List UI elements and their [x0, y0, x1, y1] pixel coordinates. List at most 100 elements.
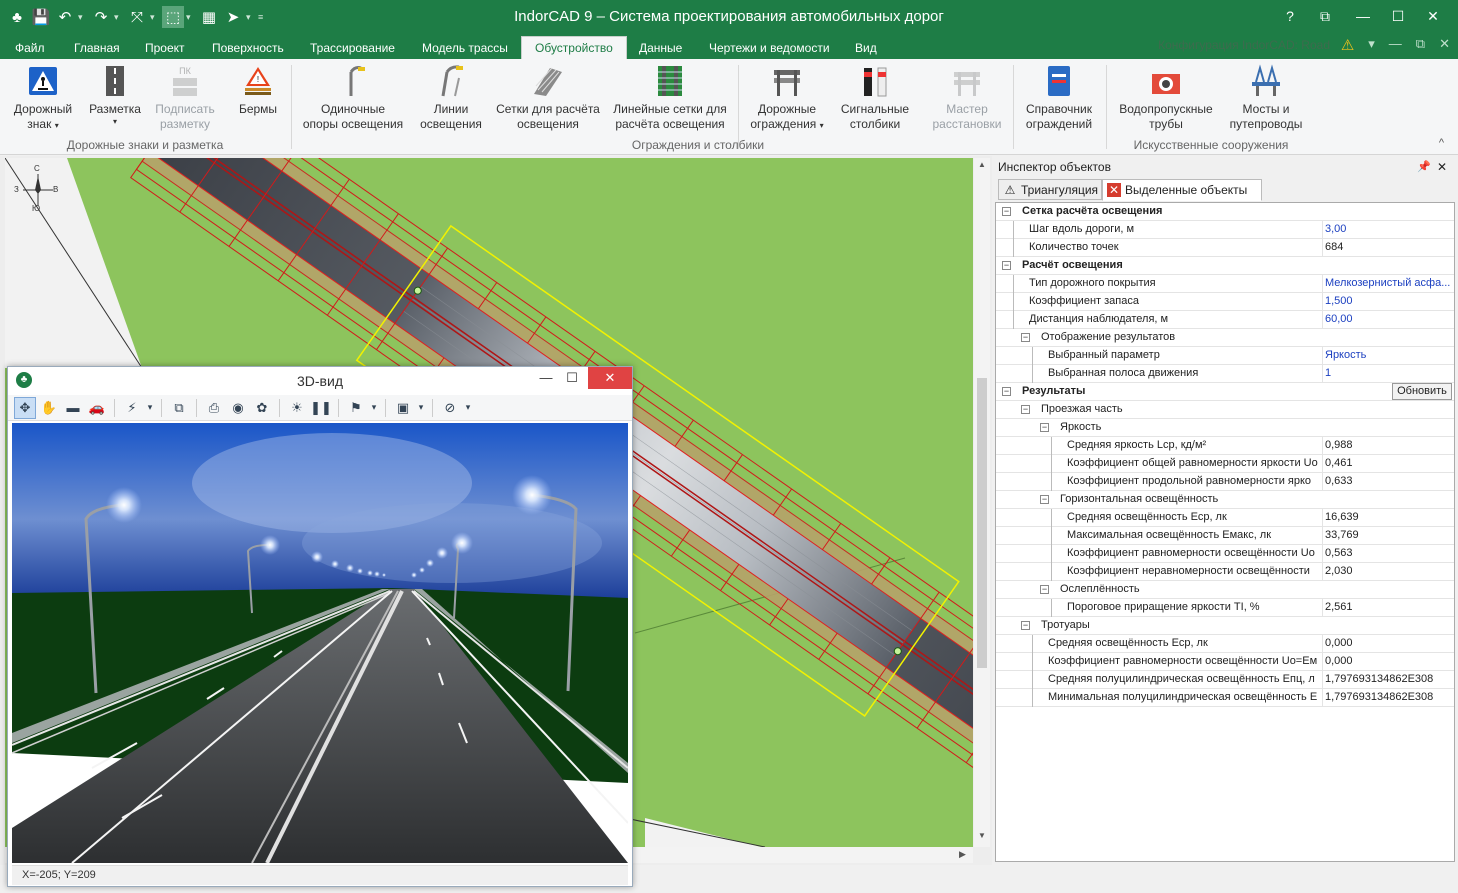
property-value[interactable]: 684 [1322, 239, 1454, 256]
linear-lighting-grids-button[interactable]: Линейные сетки для расчёта освещения [608, 64, 732, 132]
property-row[interactable]: Тип дорожного покрытия Мелкозернистый асф… [996, 275, 1454, 293]
property-value[interactable]: 60,00 [1322, 311, 1454, 328]
tab-triangulation[interactable]: ⚠ Триангуляция [998, 179, 1102, 200]
collapse-toggle-icon[interactable]: − [1021, 405, 1030, 414]
property-value[interactable]: 0,461 [1322, 455, 1454, 472]
minimize-button[interactable]: — [1348, 4, 1378, 28]
property-value[interactable]: 0,000 [1322, 653, 1454, 670]
category-row[interactable]: − Проезжая часть [996, 401, 1454, 419]
category-row[interactable]: − Сетка расчёта освещения [996, 203, 1454, 221]
category-row[interactable]: − Результаты Обновить [996, 383, 1454, 401]
plan-vertical-scrollbar[interactable]: ▲ ▼ [974, 158, 990, 847]
tab-project[interactable]: Проект [139, 38, 191, 59]
flags-dropdown-icon[interactable]: ▾ [369, 397, 379, 419]
label-marking-button[interactable]: ПК Подписать разметку [152, 64, 218, 132]
category-row[interactable]: − Горизонтальная освещённость [996, 491, 1454, 509]
property-value[interactable]: 16,639 [1322, 509, 1454, 526]
lighting-icon[interactable]: ⚡ [121, 397, 143, 419]
camera-icon[interactable]: ◉ [227, 397, 249, 419]
property-row[interactable]: Выбранная полоса движения 1 [996, 365, 1454, 383]
tab-drawings[interactable]: Чертежи и ведомости [703, 38, 836, 59]
scroll-up-icon[interactable]: ▲ [978, 160, 986, 169]
pin-icon[interactable]: 📌 [1417, 158, 1431, 176]
tab-file[interactable]: Файл [9, 38, 51, 59]
select-mode-icon[interactable]: ⬚ [162, 6, 184, 28]
property-row[interactable]: Коэффициент продольной равномерности ярк… [996, 473, 1454, 491]
category-row[interactable]: − Расчёт освещения [996, 257, 1454, 275]
property-row[interactable]: Коэффициент неравномерности освещённости… [996, 563, 1454, 581]
property-row[interactable]: Коэффициент равномерности освещённости U… [996, 545, 1454, 563]
collapse-toggle-icon[interactable]: − [1002, 207, 1011, 216]
property-value[interactable]: 3,00 [1322, 221, 1454, 238]
property-row[interactable]: Пороговое приращение яркости TI, % 2,561 [996, 599, 1454, 617]
single-light-poles-button[interactable]: Одиночные опоры освещения [298, 64, 408, 132]
window-layout-icon[interactable]: ▣ [392, 397, 414, 419]
inspector-close-icon[interactable]: ✕ [1437, 158, 1447, 176]
road-sign-button[interactable]: Дорожный знак ▾ [8, 64, 78, 133]
tab-view[interactable]: Вид [849, 38, 883, 59]
car-drive-icon[interactable]: 🚗 [86, 397, 108, 419]
property-row[interactable]: Коэффициент равномерности освещённости U… [996, 653, 1454, 671]
property-value[interactable]: 1,797693134862E308 [1322, 689, 1454, 706]
select-mode-dropdown-icon[interactable]: ▾ [186, 12, 194, 23]
tab-data[interactable]: Данные [633, 38, 688, 59]
move-view-icon[interactable]: ✥ [14, 396, 36, 419]
camera-walk-icon[interactable]: ▬ [62, 397, 84, 419]
tab-surface[interactable]: Поверхность [206, 38, 290, 59]
view3d-render[interactable] [12, 423, 628, 863]
placement-wizard-button[interactable]: Мастер расстановки [928, 64, 1006, 132]
customize-toolbar-icon[interactable]: ≡ [258, 12, 266, 22]
config-dropdown-icon[interactable]: ▾ [1368, 36, 1375, 56]
pointer-dropdown-icon[interactable]: ▾ [246, 12, 254, 23]
window-layout-dropdown-icon[interactable]: ▾ [416, 397, 426, 419]
doc-minimize-icon[interactable]: — [1389, 36, 1402, 56]
scroll-right-icon[interactable]: ▶ [959, 849, 966, 860]
property-value[interactable]: 0,988 [1322, 437, 1454, 454]
collapse-toggle-icon[interactable]: − [1021, 333, 1030, 342]
redo-dropdown-icon[interactable]: ▾ [114, 12, 122, 23]
collapse-toggle-icon[interactable]: − [1040, 495, 1049, 504]
collapse-toggle-icon[interactable]: − [1002, 261, 1011, 270]
property-value[interactable]: Мелкозернистый асфа... [1322, 275, 1454, 292]
property-row[interactable]: Средняя полуцилиндрическая освещённость … [996, 671, 1454, 689]
property-row[interactable]: Шаг вдоль дороги, м 3,00 [996, 221, 1454, 239]
view3d-close-button[interactable]: ✕ [588, 367, 632, 389]
flags-icon[interactable]: ⚑ [345, 397, 367, 419]
category-row[interactable]: − Отображение результатов [996, 329, 1454, 347]
collapse-toggle-icon[interactable]: − [1021, 621, 1030, 630]
berms-button[interactable]: ! Бермы [233, 64, 283, 117]
property-value[interactable]: 1,797693134862E308 [1322, 671, 1454, 688]
property-row[interactable]: Средняя яркость Lср, кд/м² 0,988 [996, 437, 1454, 455]
property-row[interactable]: Средняя освещённость Еср, лк 0,000 [996, 635, 1454, 653]
property-value[interactable]: 0,563 [1322, 545, 1454, 562]
help-button[interactable]: ? [1275, 4, 1305, 28]
scroll-thumb[interactable] [977, 378, 987, 668]
pan-hand-icon[interactable]: ✋ [38, 397, 60, 419]
category-row[interactable]: − Тротуары [996, 617, 1454, 635]
property-value[interactable]: 2,561 [1322, 599, 1454, 616]
tab-equipment[interactable]: Обустройство [521, 36, 627, 59]
property-row[interactable]: Дистанция наблюдателя, м 60,00 [996, 311, 1454, 329]
app-logo-icon[interactable]: ♣ [6, 6, 28, 28]
scroll-down-icon[interactable]: ▼ [978, 831, 986, 840]
lighting-dropdown-icon[interactable]: ▾ [145, 397, 155, 419]
category-row[interactable]: − Яркость [996, 419, 1454, 437]
property-row[interactable]: Выбранный параметр Яркость [996, 347, 1454, 365]
lighting-grids-button[interactable]: Сетки для расчёта освещения [494, 64, 602, 132]
navigation-dropdown-icon[interactable]: ▾ [463, 397, 473, 419]
property-value[interactable]: 1 [1322, 365, 1454, 382]
navigation-compass-icon[interactable]: ⊘ [439, 397, 461, 419]
sun-light-icon[interactable]: ☀ [286, 397, 308, 419]
lighting-lines-button[interactable]: Линии освещения [414, 64, 488, 132]
property-row[interactable]: Максимальная освещённость Емакс, лк 33,76… [996, 527, 1454, 545]
property-value[interactable]: Яркость [1322, 347, 1454, 364]
road-barriers-button[interactable]: Дорожные ограждения ▾ [744, 64, 830, 133]
view3d-minimize-button[interactable]: — [532, 367, 560, 389]
redo-icon[interactable]: ↷ [90, 6, 112, 28]
ribbon-display-options-button[interactable]: ⧉ [1310, 4, 1340, 28]
view3d-maximize-button[interactable]: ☐ [558, 367, 586, 389]
pointer-icon[interactable]: ➤ [222, 6, 244, 28]
bridges-button[interactable]: Мосты и путепроводы [1226, 64, 1306, 132]
color-scheme-icon[interactable]: ✿ [251, 397, 273, 419]
collapse-toggle-icon[interactable]: − [1002, 387, 1011, 396]
